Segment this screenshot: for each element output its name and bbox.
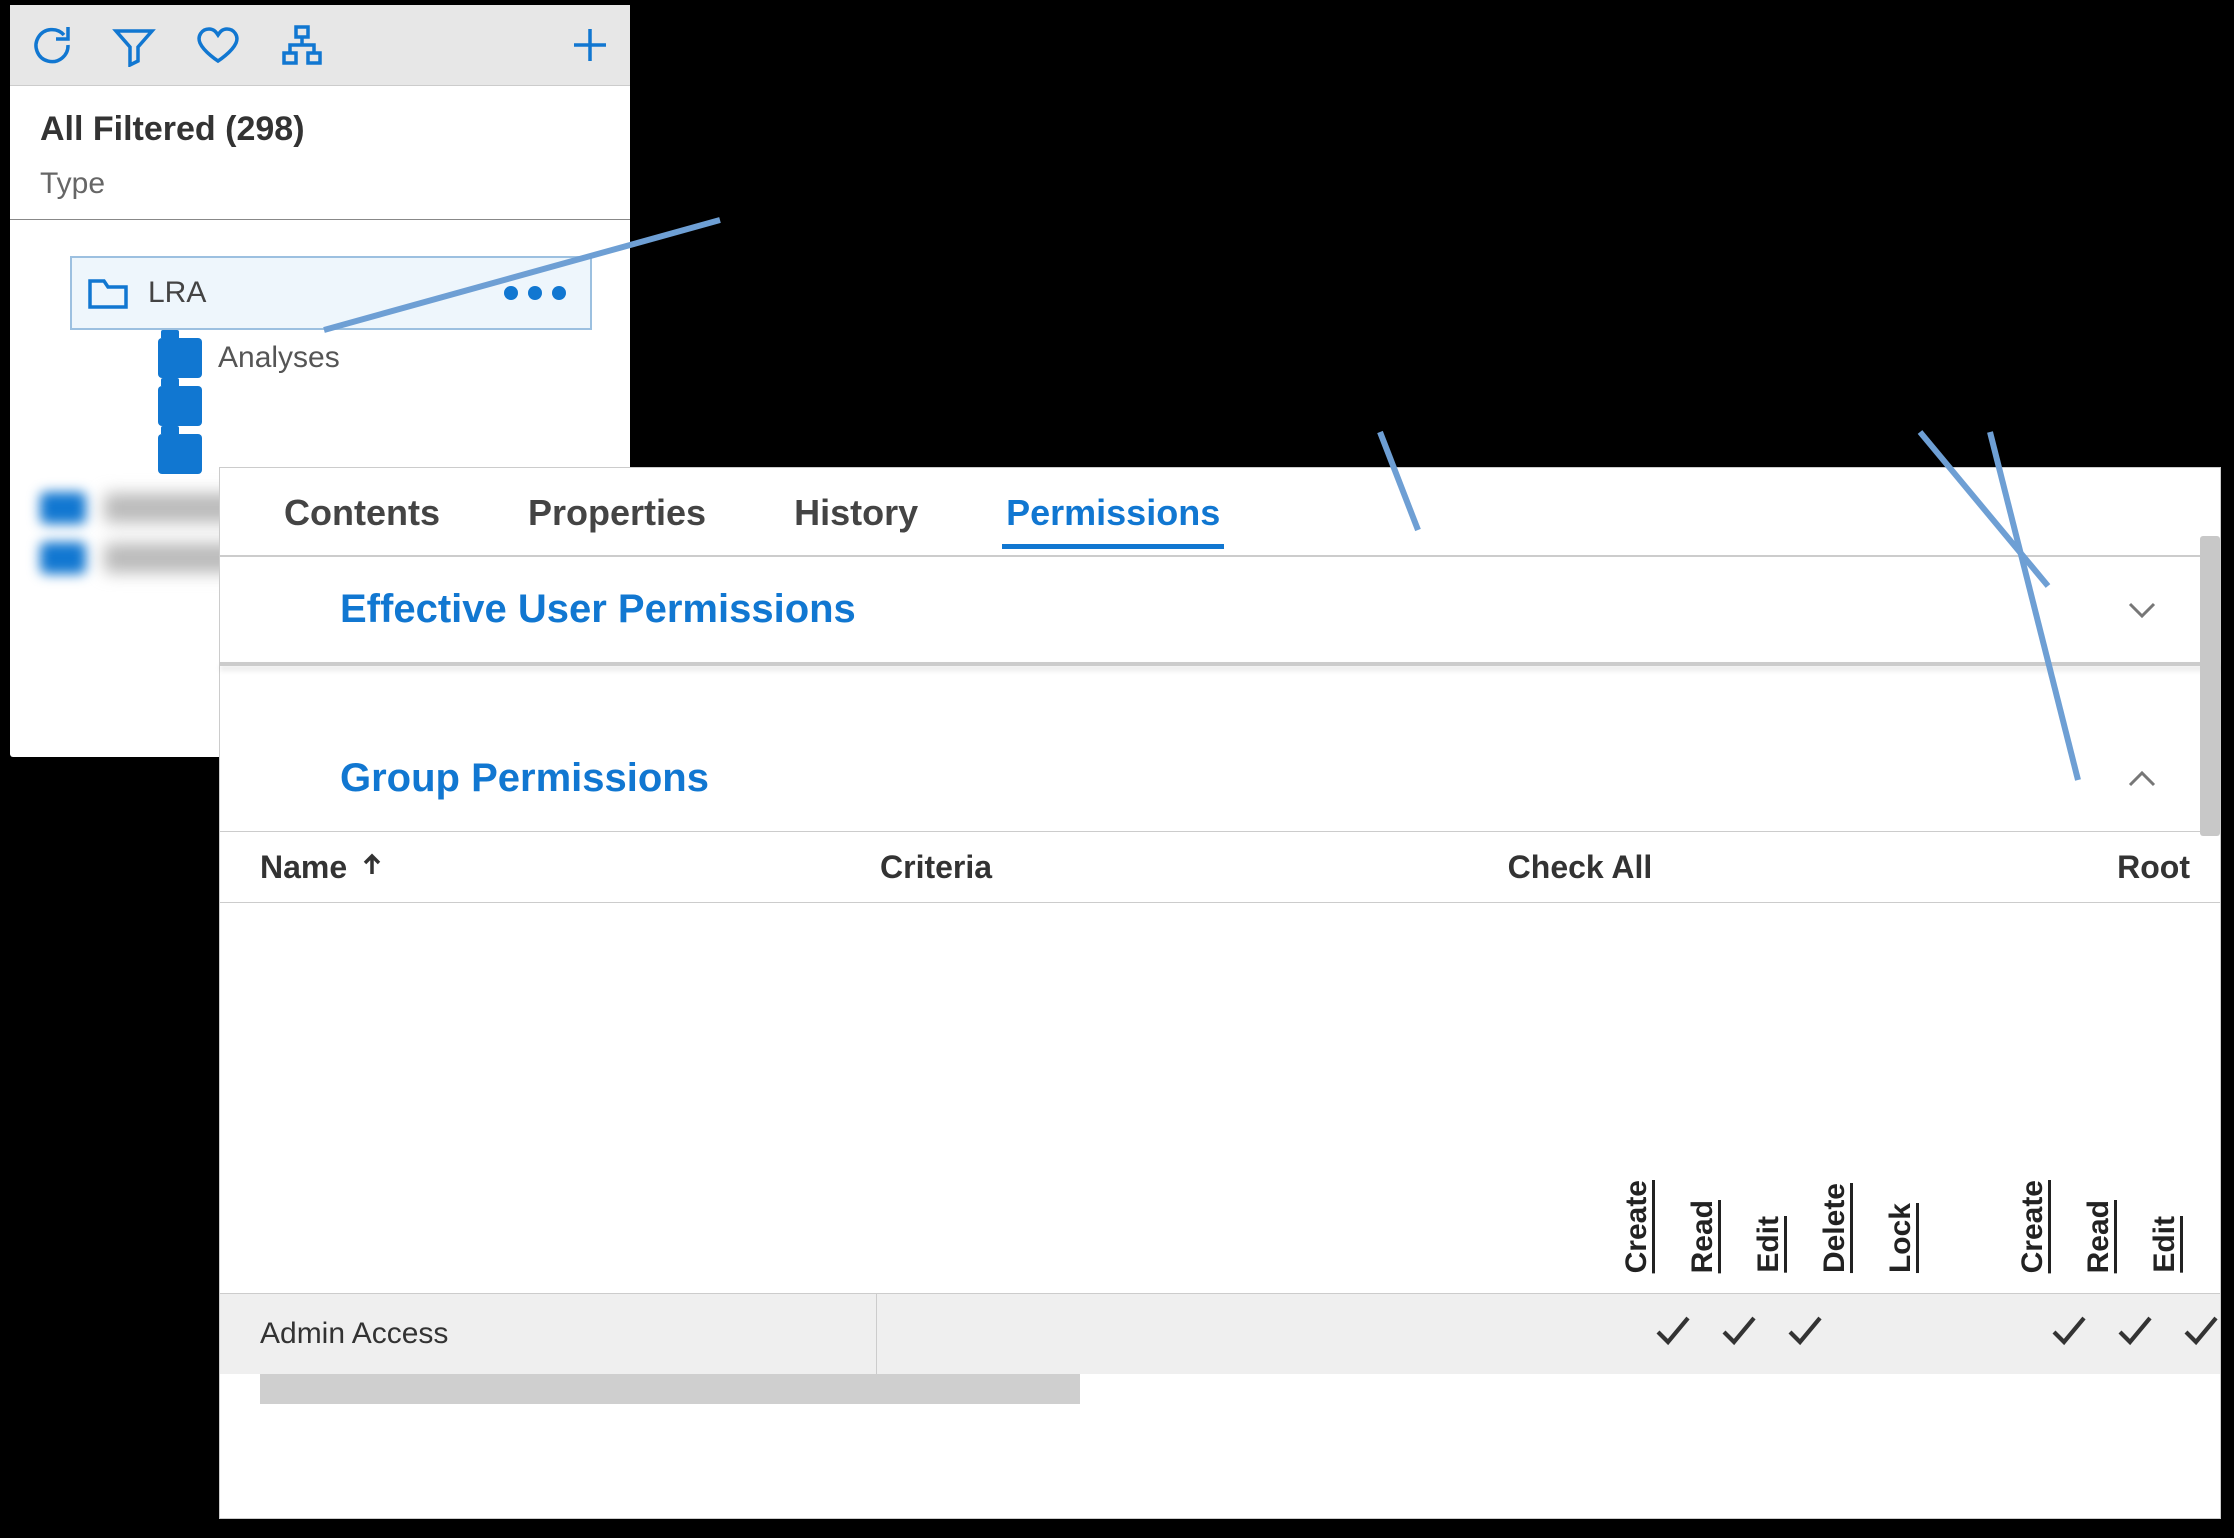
- perm-col-lock[interactable]: Lock: [1884, 1203, 1924, 1273]
- col-check-all[interactable]: Check All: [1320, 849, 1840, 886]
- tree-child[interactable]: Analyses: [158, 338, 600, 378]
- folder-icon: [158, 338, 202, 378]
- tree-node-label: LRA: [148, 276, 504, 310]
- group-permissions-table: Name Criteria Check All Root Create Read E…: [220, 831, 2220, 1404]
- vertical-scrollbar[interactable]: [2200, 536, 2220, 836]
- section-divider: [220, 662, 2220, 666]
- effective-permissions-header[interactable]: Effective User Permissions: [220, 557, 2220, 662]
- navigator-toolbar: [10, 5, 630, 86]
- col-name[interactable]: Name: [220, 849, 880, 886]
- permission-subheader: Create Read Edit Delete Lock Create Read Edit: [220, 903, 2220, 1294]
- tree-child-label: Analyses: [218, 341, 340, 375]
- filter-icon[interactable]: [112, 23, 156, 67]
- folder-icon: [158, 386, 202, 426]
- perm-col-read[interactable]: Read: [1686, 1200, 1726, 1273]
- cell-name: Admin Access: [220, 1294, 877, 1374]
- details-panel: Contents Properties History Permissions …: [220, 468, 2220, 1518]
- perm-col-root-edit[interactable]: Edit: [2148, 1216, 2188, 1273]
- tab-history[interactable]: History: [790, 486, 922, 547]
- navigator-tree: LRA Analyses: [10, 220, 630, 474]
- tree-node-selected[interactable]: LRA: [70, 256, 592, 330]
- perm-cell[interactable]: [1652, 1310, 1692, 1358]
- perm-col-root-create[interactable]: Create: [2016, 1180, 2056, 1273]
- section-title: Effective User Permissions: [340, 587, 856, 632]
- perm-cell[interactable]: [2048, 1310, 2088, 1358]
- perm-cell[interactable]: [1718, 1310, 1758, 1358]
- perm-cell[interactable]: [1850, 1310, 1890, 1358]
- sort-asc-icon: [359, 849, 385, 886]
- perm-col-create[interactable]: Create: [1620, 1180, 1660, 1273]
- col-root[interactable]: Root: [1840, 849, 2220, 886]
- tab-contents[interactable]: Contents: [280, 486, 444, 547]
- perm-cell[interactable]: [2114, 1310, 2154, 1358]
- hierarchy-icon[interactable]: [280, 23, 324, 67]
- perm-col-delete[interactable]: Delete: [1818, 1183, 1858, 1273]
- navigator-title: All Filtered (298): [10, 86, 630, 161]
- folder-outline-icon: [86, 271, 130, 315]
- folder-icon: [158, 434, 202, 474]
- tab-properties[interactable]: Properties: [524, 486, 710, 547]
- tab-permissions[interactable]: Permissions: [1002, 486, 1224, 549]
- tree-child[interactable]: [158, 386, 600, 426]
- perm-col-edit[interactable]: Edit: [1752, 1216, 1792, 1273]
- tab-bar: Contents Properties History Permissions: [220, 468, 2220, 557]
- table-row[interactable]: Admin Access: [220, 1294, 2220, 1374]
- perm-col-root-read[interactable]: Read: [2082, 1200, 2122, 1273]
- chevron-up-icon[interactable]: [2124, 761, 2160, 797]
- perm-cell[interactable]: [1784, 1310, 1824, 1358]
- refresh-icon[interactable]: [28, 23, 72, 67]
- add-icon[interactable]: [568, 23, 612, 67]
- more-icon[interactable]: [504, 286, 566, 300]
- horizontal-scrollbar[interactable]: [220, 1374, 2220, 1404]
- col-name-label: Name: [260, 849, 347, 886]
- col-criteria[interactable]: Criteria: [880, 849, 1320, 886]
- perm-cell[interactable]: [2180, 1310, 2220, 1358]
- chevron-down-icon[interactable]: [2124, 592, 2160, 628]
- perm-cell[interactable]: [1916, 1310, 1956, 1358]
- section-title: Group Permissions: [340, 756, 709, 801]
- navigator-type-label: Type: [10, 161, 630, 220]
- table-header: Name Criteria Check All Root: [220, 832, 2220, 903]
- group-permissions-header[interactable]: Group Permissions: [220, 726, 2220, 831]
- favorite-icon[interactable]: [196, 23, 240, 67]
